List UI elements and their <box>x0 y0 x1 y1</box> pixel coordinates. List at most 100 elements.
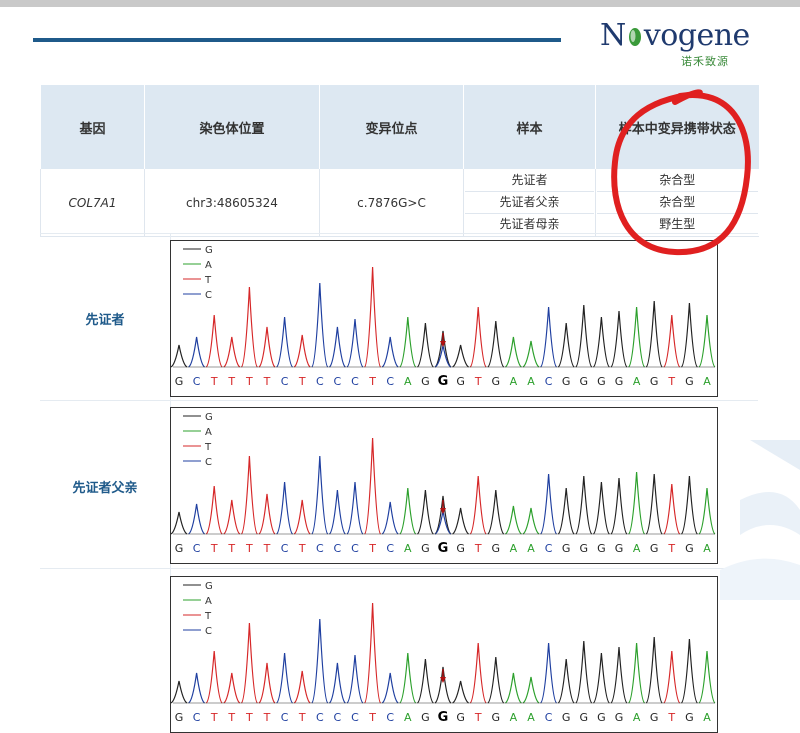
base-call: T <box>245 711 253 724</box>
base-call: A <box>510 375 518 388</box>
peak <box>328 662 346 704</box>
base-call: C <box>281 542 289 555</box>
base-call: T <box>368 711 376 724</box>
peak <box>171 344 188 368</box>
base-call: G <box>685 542 694 555</box>
peak <box>663 314 681 368</box>
chromatogram-proband: GATCGCTTTTCTCCCTCAGGGTGAACGGGGAGTGA <box>170 240 718 397</box>
peak <box>188 672 205 704</box>
base-call: G <box>597 375 606 388</box>
peak <box>311 282 329 368</box>
peak <box>188 336 205 368</box>
base-call: C <box>281 711 289 724</box>
base-call: G <box>597 542 606 555</box>
gene-cell: COL7A1 <box>40 169 145 237</box>
variant-cell: c.7876G>C <box>319 169 464 237</box>
base-call: G <box>615 542 624 555</box>
row-label-father: 先证者父亲 <box>72 481 138 496</box>
peak <box>698 314 716 368</box>
base-call: C <box>386 542 394 555</box>
peak <box>381 501 399 535</box>
base-call: A <box>510 711 518 724</box>
peak <box>487 320 505 368</box>
sample-proband: 先证者 <box>465 170 594 192</box>
peak <box>680 638 698 704</box>
peak <box>240 622 258 704</box>
peak <box>505 672 522 704</box>
legend-label: G <box>205 412 213 423</box>
base-call: A <box>633 542 641 555</box>
base-call: T <box>210 711 218 724</box>
base-call: G <box>456 542 465 555</box>
peak <box>416 658 434 704</box>
base-call: A <box>703 711 711 724</box>
base-call: G <box>175 711 184 724</box>
base-call: T <box>298 375 306 388</box>
chromatogram-svg: GATCG C T T T T C T C C C T C A G G G T G A A C G G G G A G T G A <box>171 412 716 556</box>
peak <box>364 437 382 535</box>
peak <box>346 654 364 704</box>
peak <box>522 340 540 368</box>
legend-label: G <box>205 581 213 592</box>
base-call: G <box>615 711 624 724</box>
base-call: A <box>404 711 412 724</box>
base-call: G <box>685 375 694 388</box>
base-call: T <box>368 375 376 388</box>
watermark-graphic <box>720 440 800 600</box>
chromatogram-svg: GATCG C T T T T C T C C C T C A G G G T G A A C G G G G A G T G A <box>171 245 716 389</box>
peak <box>258 662 276 704</box>
base-call: T <box>210 542 218 555</box>
legend-label: G <box>205 245 213 256</box>
peak <box>628 306 646 368</box>
base-call: T <box>263 711 271 724</box>
peak <box>381 672 399 704</box>
peak <box>610 646 628 704</box>
peak <box>276 481 294 535</box>
secondary-peak <box>434 511 452 535</box>
base-call: T <box>368 542 376 555</box>
peak <box>592 481 610 535</box>
base-call: A <box>527 375 535 388</box>
peak <box>680 302 698 368</box>
base-call: G <box>562 711 571 724</box>
base-call: G <box>685 711 694 724</box>
hand-drawn-circle-annotation <box>611 89 751 256</box>
peak <box>645 473 663 535</box>
peak <box>311 455 329 535</box>
peak <box>505 336 522 368</box>
base-call: G <box>456 375 465 388</box>
position-cell: chr3:48605324 <box>144 169 320 237</box>
peak <box>487 656 505 704</box>
peak <box>346 481 364 535</box>
legend-label: T <box>204 611 212 622</box>
base-call: G <box>438 541 449 556</box>
peak <box>276 652 294 704</box>
base-call: G <box>492 542 501 555</box>
base-call: G <box>615 375 624 388</box>
base-call: G <box>562 375 571 388</box>
header-rule <box>33 38 561 42</box>
peak <box>452 507 469 535</box>
base-call: C <box>386 711 394 724</box>
legend-label: C <box>205 626 212 637</box>
section-divider <box>40 568 758 569</box>
section-divider <box>40 400 758 401</box>
base-call: G <box>175 375 184 388</box>
base-call: T <box>667 711 675 724</box>
peak <box>346 318 364 368</box>
peak <box>328 326 346 368</box>
base-call: G <box>456 711 465 724</box>
base-call: G <box>562 542 571 555</box>
base-call: C <box>316 375 324 388</box>
peak <box>223 336 241 368</box>
peak <box>469 642 487 704</box>
novogene-logo: Nvogene 诺禾致源 <box>600 18 750 68</box>
base-call: G <box>580 711 589 724</box>
sample-father: 先证者父亲 <box>465 192 594 214</box>
base-call: A <box>633 375 641 388</box>
peak <box>399 316 417 368</box>
header-gene: 基因 <box>40 85 145 169</box>
peak <box>680 475 698 535</box>
peak <box>223 499 241 535</box>
peak <box>452 680 469 704</box>
